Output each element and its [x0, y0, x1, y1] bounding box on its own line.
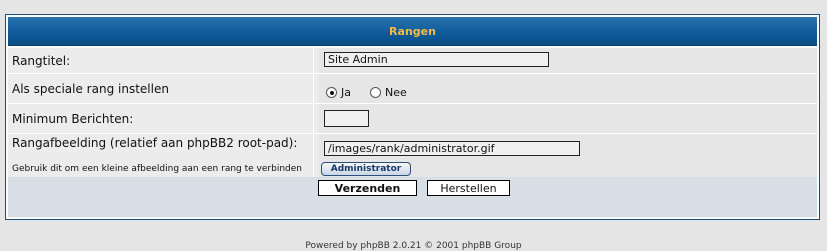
rank-image-hint: Gebruik dit om een kleine afbeelding aan…: [12, 164, 302, 174]
radio-ja[interactable]: [326, 87, 337, 98]
rank-title-label: Rangtitel:: [12, 54, 71, 68]
submit-button[interactable]: Verzenden: [318, 180, 417, 196]
special-rank-cell: Ja Nee: [319, 74, 817, 103]
rank-image-preview[interactable]: Administrator: [321, 162, 411, 176]
form-actions: Verzenden Herstellen: [8, 177, 817, 217]
panel-title: Rangen: [8, 17, 817, 46]
rank-image-label: Rangafbeelding (relatief aan phpBB2 root…: [12, 136, 298, 150]
row-special-rank: Als speciale rang instellen Ja Nee: [8, 74, 817, 103]
special-rank-label: Als speciale rang instellen: [12, 82, 169, 96]
row-min-posts: Minimum Berichten:: [8, 104, 817, 133]
min-posts-cell: [319, 104, 817, 133]
row-rank-image: Rangafbeelding (relatief aan phpBB2 root…: [8, 134, 817, 177]
radio-nee[interactable]: [370, 87, 381, 98]
rank-form-panel: Rangen Rangtitel: Als speciale rang inst…: [5, 14, 820, 220]
rank-title-input[interactable]: [324, 52, 549, 67]
footer-copyright: Powered by phpBB 2.0.21 © 2001 phpBB Gro…: [305, 241, 522, 251]
rank-title-cell: [319, 48, 817, 73]
radio-nee-group[interactable]: Nee: [370, 82, 407, 101]
reset-button[interactable]: Herstellen: [427, 180, 510, 196]
rank-image-input[interactable]: [324, 141, 580, 156]
radio-ja-label: Ja: [341, 86, 351, 99]
min-posts-input[interactable]: [324, 110, 369, 127]
min-posts-label: Minimum Berichten:: [12, 112, 134, 126]
radio-ja-group[interactable]: Ja: [326, 82, 351, 101]
radio-nee-label: Nee: [385, 86, 407, 99]
rank-form-inner: Rangen Rangtitel: Als speciale rang inst…: [8, 17, 817, 217]
row-rank-title: Rangtitel:: [8, 48, 817, 73]
